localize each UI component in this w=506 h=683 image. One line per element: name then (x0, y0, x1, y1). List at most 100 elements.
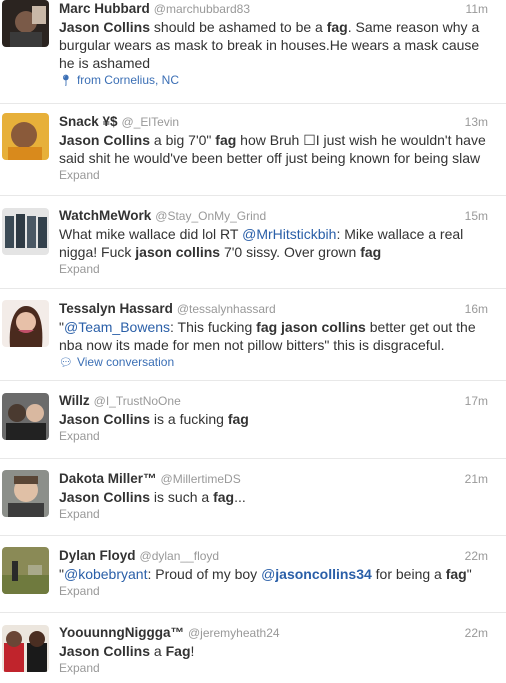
avatar[interactable] (2, 393, 49, 440)
highlighted-keyword: fag (227, 411, 249, 427)
tweet-text: Jason Collins should be ashamed to be a … (59, 18, 496, 72)
highlighted-keyword: Jason Collins (59, 489, 151, 505)
highlighted-keyword: Jason Collins (59, 19, 151, 35)
avatar[interactable] (2, 547, 49, 594)
tweet-text-segment: ! (190, 643, 195, 659)
tweet-handle[interactable]: @jeremyheath24 (188, 626, 280, 640)
tweet-text-segment: is such a (150, 489, 214, 505)
tweet[interactable]: Snack ¥$ @_ElTevin 13m Jason Collins a bi… (0, 104, 506, 196)
highlighted-keyword: Fag (165, 643, 191, 659)
tweet[interactable]: Marc Hubbard @marchubbard83 11m Jason Col… (0, 0, 506, 104)
tweet-text-segment: for being a (371, 566, 446, 582)
tweet-text: Jason Collins a big 7'0" fag how Bruh ☐I… (59, 131, 496, 167)
tweet-text-segment: a (150, 643, 166, 659)
tweet-text: Jason Collins a Fag! (59, 642, 496, 660)
tweet-text-segment: ... (234, 489, 246, 505)
tweet-header: Tessalyn Hassard @tessalynhassard 16m (59, 300, 496, 318)
avatar[interactable] (2, 113, 49, 160)
expand-link[interactable]: Expand (59, 262, 496, 277)
tweet-header: Willz @I_TrustNoOne 17m (59, 392, 496, 410)
tweet-handle[interactable]: @_ElTevin (122, 115, 180, 129)
tweet[interactable]: Dylan Floyd @dylan__floyd 22m " @kobebryan… (0, 536, 506, 613)
tweet-header: YoouunngNiggga™ @jeremyheath24 22m (59, 624, 496, 642)
tweet-text: " @kobebryant: Proud of my boy @jasoncoll… (59, 565, 496, 583)
tweet-text: Jason Collins is such a fag... (59, 488, 496, 506)
tweet-handle[interactable]: @dylan__floyd (140, 549, 220, 563)
tweet-text-segment: " (466, 566, 472, 582)
tweet-fullname[interactable]: Snack ¥$ (59, 114, 118, 129)
tweet-fullname[interactable]: Tessalyn Hassard (59, 301, 173, 316)
tweet-timeline: Marc Hubbard @marchubbard83 11m Jason Col… (0, 0, 506, 683)
tweet-text-segment: 7'0 sissy. Over grown (220, 244, 361, 260)
tweet-fullname[interactable]: Marc Hubbard (59, 1, 150, 16)
tweet-handle[interactable]: @Stay_OnMy_Grind (155, 209, 266, 223)
tweet-fullname[interactable]: YoouunngNiggga™ (59, 625, 184, 640)
highlighted-keyword: Jason Collins (59, 132, 151, 148)
mention-link[interactable]: jasoncollins34 (275, 566, 371, 582)
highlighted-keyword: fag jason collins (256, 319, 366, 335)
highlighted-keyword: fag (360, 244, 382, 260)
highlighted-keyword: fag (213, 489, 235, 505)
tweet-timestamp[interactable]: 13m (465, 113, 488, 131)
expand-link[interactable]: Expand (59, 429, 496, 444)
avatar[interactable] (2, 208, 49, 255)
highlighted-keyword: fag (215, 132, 237, 148)
tweet-fullname[interactable]: Dylan Floyd (59, 548, 136, 563)
tweet-timestamp[interactable]: 15m (465, 207, 488, 225)
mention-link[interactable]: @kobebryant (64, 566, 147, 582)
tweet-header: Dakota Miller™ @MillertimeDS 21m (59, 470, 496, 488)
expand-link[interactable]: Expand (59, 661, 496, 676)
map-pin-icon: 📍︎ (59, 75, 73, 87)
tweet[interactable]: YoouunngNiggga™ @jeremyheath24 22m Jason … (0, 613, 506, 683)
tweet-text: Jason Collins is a fucking fag (59, 410, 496, 428)
tweet-header: Marc Hubbard @marchubbard83 11m (59, 0, 496, 18)
tweet-header: Dylan Floyd @dylan__floyd 22m (59, 547, 496, 565)
tweet-text-segment: should be ashamed to be a (150, 19, 327, 35)
mention-link[interactable]: @Team_Bowens (64, 319, 170, 335)
expand-link[interactable]: Expand (59, 168, 496, 183)
tweet-handle[interactable]: @marchubbard83 (154, 2, 250, 16)
tweet-timestamp[interactable]: 22m (465, 624, 488, 642)
tweet-handle[interactable]: @MillertimeDS (161, 472, 241, 486)
tweet-handle[interactable]: @I_TrustNoOne (94, 394, 181, 408)
expand-link[interactable]: Expand (59, 507, 496, 522)
tweet[interactable]: Tessalyn Hassard @tessalynhassard 16m "@T… (0, 289, 506, 381)
tweet-location-link[interactable]: 📍︎ from Cornelius, NC (59, 73, 496, 89)
tweet-timestamp[interactable]: 16m (465, 300, 488, 318)
tweet-timestamp[interactable]: 11m (466, 0, 488, 18)
tweet-text: What mike wallace did lol RT @MrHitstick… (59, 225, 496, 261)
highlighted-keyword: fag (326, 19, 348, 35)
location-label: from Cornelius, NC (76, 73, 179, 87)
mention-link[interactable]: @MrHitstickbih (242, 226, 336, 242)
tweet-text-segment: is a fucking (150, 411, 228, 427)
highlighted-keyword: Jason Collins (59, 411, 151, 427)
expand-link[interactable]: Expand (59, 584, 496, 599)
tweet-fullname[interactable]: WatchMeWork (59, 208, 151, 223)
tweet-fullname[interactable]: Willz (59, 393, 90, 408)
avatar[interactable] (2, 300, 49, 347)
tweet[interactable]: Dakota Miller™ @MillertimeDS 21m Jason Co… (0, 459, 506, 536)
tweet-text-segment: a big 7'0" (150, 132, 216, 148)
tweet[interactable]: Willz @I_TrustNoOne 17m Jason Collins is … (0, 381, 506, 459)
tweet-timestamp[interactable]: 17m (465, 392, 488, 410)
view-conversation-link[interactable]: 💬︎ View conversation (59, 355, 496, 371)
tweet-header: Snack ¥$ @_ElTevin 13m (59, 113, 496, 131)
avatar[interactable] (2, 0, 49, 47)
tweet-handle[interactable]: @tessalynhassard (177, 302, 276, 316)
avatar[interactable] (2, 470, 49, 517)
tweet-text-segment: What mike wallace did lol RT (59, 226, 243, 242)
tweet-timestamp[interactable]: 21m (465, 470, 488, 488)
tweet-text-segment: : This fucking (170, 319, 257, 335)
tweet-fullname[interactable]: Dakota Miller™ (59, 471, 157, 486)
view-conversation-label: View conversation (76, 355, 175, 369)
tweet-timestamp[interactable]: 22m (465, 547, 488, 565)
tweet-text: "@Team_Bowens: This fucking fag jason co… (59, 318, 496, 354)
highlighted-keyword: Jason Collins (59, 643, 151, 659)
tweet-header: WatchMeWork @Stay_OnMy_Grind 15m (59, 207, 496, 225)
speech-bubble-icon: 💬︎ (59, 357, 73, 369)
tweet[interactable]: WatchMeWork @Stay_OnMy_Grind 15m What mik… (0, 196, 506, 289)
mention-link[interactable]: @ (261, 566, 275, 582)
highlighted-keyword: fag (445, 566, 467, 582)
highlighted-keyword: jason collins (135, 244, 221, 260)
tweet-text-segment: : Proud of my boy (147, 566, 262, 582)
